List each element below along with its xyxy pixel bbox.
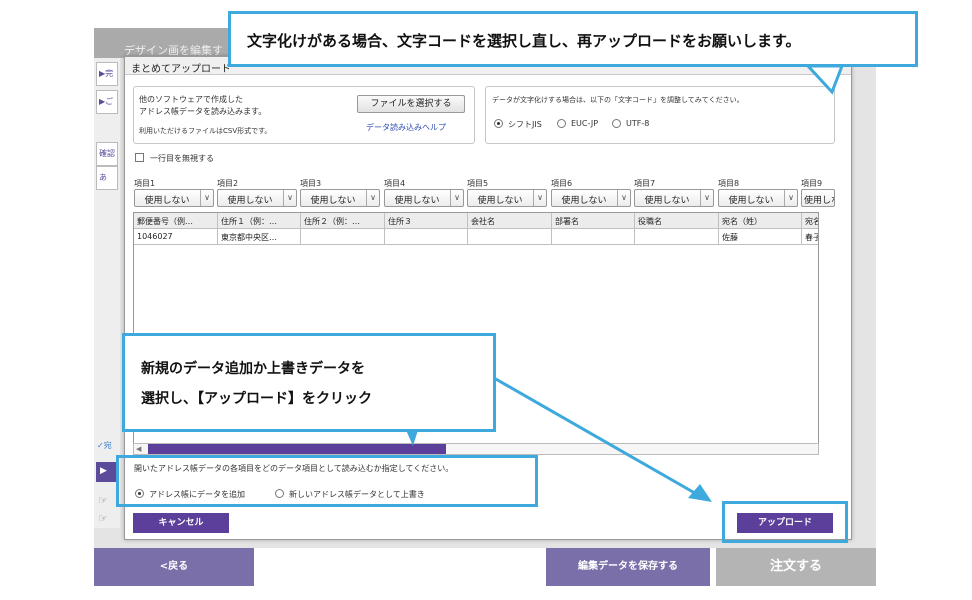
callout-pointers — [406, 64, 845, 502]
arrow-head-icon — [688, 484, 712, 502]
arrow-line — [493, 376, 701, 498]
top-callout: 文字化けがある場合、文字コードを選択し直し、再アップロードをお願いします。 — [228, 11, 918, 67]
mid-callout-line2: 選択し、【アップロード】をクリック — [141, 391, 372, 407]
screenshot-stage: デザイン画を編集す ▶完 ▶ご 確認 あ ✓宛 ▶ ☞ ☞ <戻る 編集データを… — [0, 0, 972, 600]
mid-callout-pointer — [406, 430, 418, 446]
top-callout-pointer — [804, 64, 845, 95]
mid-callout-line1: 新規のデータ追加か上書きデータを — [141, 361, 365, 377]
mid-callout: 新規のデータ追加か上書きデータを 選択し、【アップロード】をクリック — [122, 333, 496, 432]
